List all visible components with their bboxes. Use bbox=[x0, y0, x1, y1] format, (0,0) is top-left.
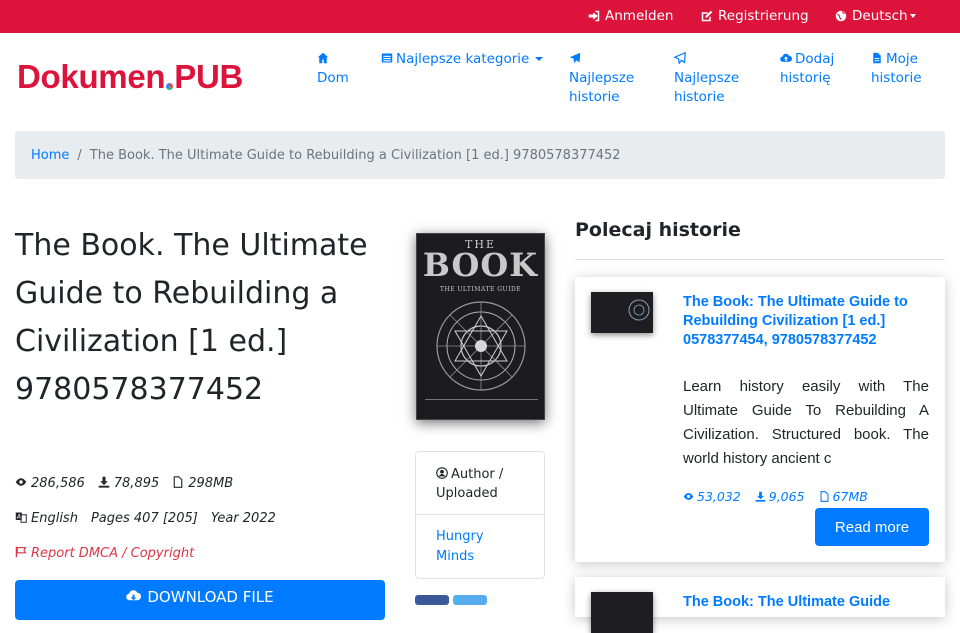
nav-top-stories-1[interactable]: Najlepsze historie bbox=[569, 50, 649, 107]
read-more-button[interactable]: Read more bbox=[815, 508, 929, 546]
cloud-upload-icon bbox=[780, 53, 792, 62]
paper-plane-icon bbox=[569, 52, 581, 64]
edit-icon bbox=[701, 10, 713, 22]
language-stat: A English bbox=[15, 511, 78, 526]
logo-text-part2: PUB bbox=[174, 58, 244, 95]
book-stats: 286,586 78,895 298MB bbox=[15, 476, 233, 491]
file-outline-icon bbox=[173, 476, 183, 488]
recommended-heading: Polecaj historie bbox=[575, 219, 741, 241]
download-icon bbox=[755, 491, 766, 502]
register-link[interactable]: Registrierung bbox=[701, 8, 809, 24]
cover-text-line2: BOOK bbox=[422, 246, 539, 284]
logo-dot-icon bbox=[166, 83, 174, 90]
pages-value: Pages 407 [205] bbox=[90, 511, 198, 526]
language-value: English bbox=[31, 511, 78, 526]
flag-icon bbox=[15, 546, 27, 558]
recommended-title-link[interactable]: The Book: The Ultimate Guide to Rebuildi… bbox=[683, 293, 933, 350]
breadcrumb-separator: / bbox=[77, 147, 82, 163]
home-icon bbox=[317, 52, 329, 64]
language-icon: A bbox=[15, 512, 27, 523]
language-dropdown[interactable]: Deutsch bbox=[835, 8, 916, 24]
report-label: Report DMCA / Copyright bbox=[31, 546, 195, 561]
recommended-downloads: 9,065 bbox=[768, 489, 805, 504]
views-count: 286,586 bbox=[31, 476, 85, 491]
download-icon bbox=[98, 476, 110, 488]
eye-icon bbox=[15, 478, 27, 486]
size-stat: 298MB bbox=[172, 476, 233, 491]
language-label: Deutsch bbox=[852, 8, 908, 24]
cloud-download-icon bbox=[126, 590, 142, 601]
register-label: Registrierung bbox=[718, 8, 809, 24]
author-link[interactable]: Hungry Minds bbox=[416, 515, 544, 567]
recommended-views: 53,032 bbox=[697, 489, 741, 504]
download-label: DOWNLOAD FILE bbox=[147, 588, 274, 606]
recommended-divider bbox=[575, 259, 945, 260]
download-file-button[interactable]: DOWNLOAD FILE bbox=[15, 580, 385, 620]
user-circle-icon bbox=[436, 467, 448, 479]
year-value: Year 2022 bbox=[210, 511, 276, 526]
nav-add-story[interactable]: Dodaj historię bbox=[780, 50, 850, 88]
facebook-share-button[interactable] bbox=[415, 595, 449, 605]
top-bar: Anmelden Registrierung Deutsch bbox=[0, 0, 960, 33]
book-details: A English Pages 407 [205] Year 2022 bbox=[15, 511, 276, 526]
recommended-title-link[interactable]: The Book: The Ultimate Guide bbox=[683, 593, 933, 612]
downloads-stat: 78,895 bbox=[98, 476, 160, 491]
nav-home[interactable]: Dom bbox=[317, 50, 357, 88]
breadcrumb-current: The Book. The Ultimate Guide to Rebuildi… bbox=[89, 147, 621, 163]
file-icon bbox=[873, 52, 881, 64]
login-label: Anmelden bbox=[605, 8, 674, 24]
svg-text:A: A bbox=[16, 514, 21, 521]
nav-categories-label: Najlepsze kategorie bbox=[396, 51, 530, 67]
site-logo[interactable]: Dokumen PUB bbox=[17, 58, 243, 96]
paper-plane-outline-icon bbox=[673, 51, 686, 65]
breadcrumb-home-link[interactable]: Home bbox=[31, 148, 69, 163]
chevron-down-icon bbox=[909, 14, 916, 18]
breadcrumb: Home / The Book. The Ultimate Guide to R… bbox=[15, 131, 945, 179]
recommended-card: The Book: The Ultimate Guide to Rebuildi… bbox=[575, 277, 945, 562]
page-title: The Book. The Ultimate Guide to Rebuildi… bbox=[15, 228, 368, 407]
list-icon bbox=[381, 53, 393, 63]
nav-my-stories[interactable]: Moje historie bbox=[871, 50, 941, 88]
nav-top-stories-2-label: Najlepsze historie bbox=[674, 70, 740, 105]
login-link[interactable]: Anmelden bbox=[588, 8, 673, 24]
recommended-description: Learn history easily with The Ultimate G… bbox=[683, 378, 929, 467]
recommended-thumbnail[interactable] bbox=[591, 292, 653, 333]
author-box-heading: Author / Uploaded bbox=[416, 452, 544, 515]
eye-icon bbox=[683, 493, 694, 500]
nav-top-stories-1-label: Najlepsze historie bbox=[569, 70, 635, 105]
file-size: 298MB bbox=[188, 476, 234, 491]
author-box: Author / Uploaded Hungry Minds bbox=[415, 451, 545, 579]
nav-top-stories-2[interactable]: Najlepsze historie bbox=[673, 50, 754, 107]
book-cover-image: THE BOOK THE ULTIMATE GUIDE bbox=[416, 233, 545, 420]
cover-text-line3: THE ULTIMATE GUIDE bbox=[439, 286, 522, 293]
recommended-size: 67MB bbox=[832, 489, 868, 504]
file-outline-icon bbox=[820, 491, 828, 502]
twitter-share-button[interactable] bbox=[453, 595, 487, 605]
cover-emblem-icon bbox=[436, 301, 526, 391]
views-stat: 286,586 bbox=[15, 476, 85, 491]
downloads-count: 78,895 bbox=[113, 476, 160, 491]
logo-text-part1: Dokumen bbox=[17, 58, 166, 95]
report-dmca-link[interactable]: Report DMCA / Copyright bbox=[15, 546, 194, 561]
recommended-card: The Book: The Ultimate Guide bbox=[575, 577, 945, 633]
nav-categories[interactable]: Najlepsze kategorie bbox=[381, 50, 551, 69]
thumbnail-emblem-icon bbox=[628, 299, 650, 321]
chevron-down-icon bbox=[535, 57, 544, 61]
nav-home-label: Dom bbox=[317, 70, 349, 86]
sign-in-icon bbox=[588, 10, 600, 22]
recommended-stats: 53,032 9,065 67MB bbox=[683, 489, 868, 504]
globe-icon bbox=[835, 10, 847, 22]
recommended-thumbnail[interactable] bbox=[591, 592, 653, 633]
